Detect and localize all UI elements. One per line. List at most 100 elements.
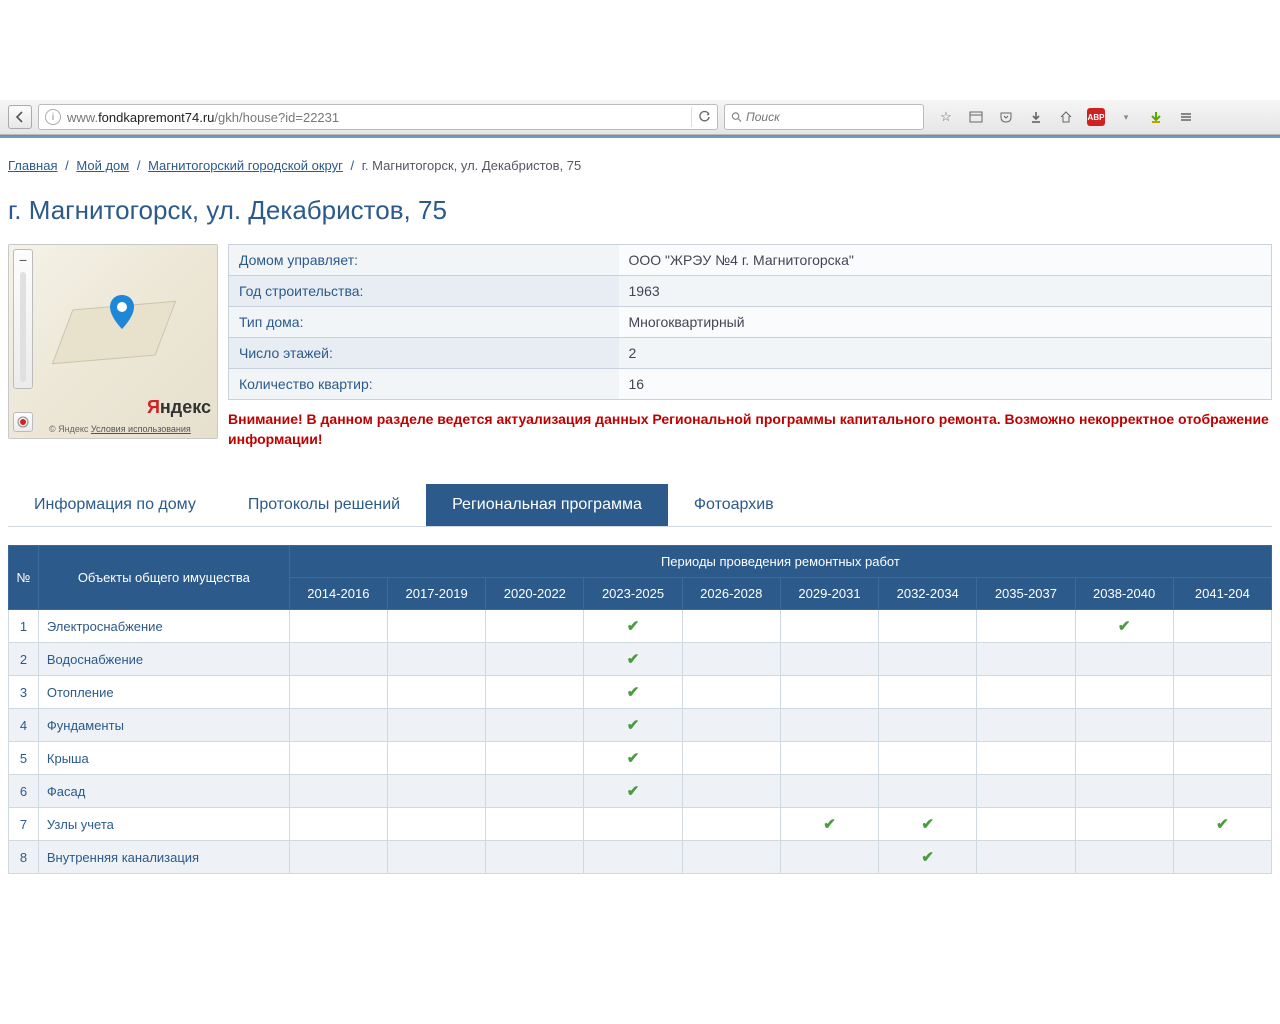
cell-period [388,775,486,808]
col-num: № [9,546,39,610]
map-widget[interactable]: − Яндекс © Яндекс Условия использования [8,244,218,439]
map-pin-icon[interactable] [109,295,135,332]
download-icon[interactable] [1026,107,1046,127]
check-icon: ✔ [627,618,640,635]
cell-period [682,775,780,808]
map-locate-icon[interactable] [13,412,33,432]
cell-period [1075,709,1173,742]
cell-period: ✔ [780,808,878,841]
home-icon[interactable] [1056,107,1076,127]
breadcrumb-home[interactable]: Главная [8,158,57,173]
cell-period [977,709,1075,742]
table-row: 1Электроснабжение✔✔ [9,610,1272,643]
star-icon[interactable]: ☆ [936,107,956,127]
cell-period [977,742,1075,775]
cell-object: Водоснабжение [38,643,289,676]
col-period: 2020-2022 [486,578,584,610]
cell-period [388,610,486,643]
check-icon: ✔ [627,717,640,734]
table-row: 3Отопление ✔ [9,676,1272,709]
cell-object: Крыша [38,742,289,775]
search-bar[interactable] [724,104,924,130]
cell-period [486,709,584,742]
tab-info[interactable]: Информация по дому [8,484,222,526]
dropdown-icon[interactable]: ▾ [1116,107,1136,127]
info-label: Год строительства: [229,276,619,307]
cell-period [289,841,387,874]
tab-photos[interactable]: Фотоархив [668,484,800,526]
col-period: 2023-2025 [584,578,682,610]
cell-period [682,742,780,775]
cell-num: 2 [9,643,39,676]
cell-period [879,775,977,808]
yandex-logo: Яндекс [147,397,211,418]
pocket-icon[interactable] [996,107,1016,127]
info-row: Число этажей:2 [229,338,1272,369]
col-period: 2035-2037 [977,578,1075,610]
search-input[interactable] [746,110,917,124]
cell-num: 3 [9,676,39,709]
abp-icon[interactable]: ABP [1086,107,1106,127]
browser-toolbar: i www.fondkapremont74.ru/gkh/house?id=22… [0,100,1280,135]
cell-period [879,610,977,643]
cell-period [682,709,780,742]
cell-period [1173,742,1271,775]
tab-program[interactable]: Региональная программа [426,484,668,526]
cell-period: ✔ [1173,808,1271,841]
cell-period [1075,841,1173,874]
col-object: Объекты общего имущества [38,546,289,610]
info-row: Год строительства:1963 [229,276,1272,307]
page-title: г. Магнитогорск, ул. Декабристов, 75 [8,195,1272,226]
breadcrumb-district[interactable]: Магнитогорский городской округ [148,158,343,173]
breadcrumb-current: г. Магнитогорск, ул. Декабристов, 75 [362,158,581,173]
info-row: Тип дома:Многоквартирный [229,307,1272,338]
table-row: 8Внутренняя канализация✔ [9,841,1272,874]
cell-period [780,610,878,643]
toolbar-icons: ☆ ABP ▾ [936,107,1196,127]
address-bar[interactable]: i www.fondkapremont74.ru/gkh/house?id=22… [38,104,718,130]
menu-icon[interactable] [1176,107,1196,127]
cell-period [682,841,780,874]
cell-period [780,775,878,808]
cell-period: ✔ [584,709,682,742]
cell-period [486,808,584,841]
library-icon[interactable] [966,107,986,127]
map-zoom-control[interactable]: − [13,249,33,389]
download-green-icon[interactable] [1146,107,1166,127]
cell-period: ✔ [879,808,977,841]
reload-button[interactable] [691,107,711,127]
cell-period [289,610,387,643]
cell-period [1075,643,1173,676]
cell-object: Внутренняя канализация [38,841,289,874]
cell-period [388,742,486,775]
check-icon: ✔ [627,783,640,800]
back-button[interactable] [8,105,32,129]
cell-period [486,676,584,709]
site-info-icon[interactable]: i [45,109,61,125]
table-row: 6Фасад✔ [9,775,1272,808]
cell-period [388,808,486,841]
cell-period [486,841,584,874]
cell-period [879,742,977,775]
zoom-minus-icon[interactable]: − [14,252,32,268]
cell-period: ✔ [584,610,682,643]
info-value: Многоквартирный [619,307,1272,338]
table-row: 7Узлы учета✔✔✔ [9,808,1272,841]
tab-protocols[interactable]: Протоколы решений [222,484,426,526]
cell-object: Электроснабжение [38,610,289,643]
check-icon: ✔ [627,651,640,668]
cell-object: Отопление [38,676,289,709]
cell-period [1173,775,1271,808]
cell-num: 4 [9,709,39,742]
breadcrumb: Главная / Мой дом / Магнитогорский город… [8,158,1272,173]
cell-period: ✔ [584,643,682,676]
col-periods-group: Периоды проведения ремонтных работ [289,546,1271,578]
cell-period: ✔ [584,742,682,775]
breadcrumb-my-house[interactable]: Мой дом [76,158,129,173]
cell-period [682,643,780,676]
map-terms-link[interactable]: Условия использования [91,424,191,434]
cell-period [682,676,780,709]
cell-num: 7 [9,808,39,841]
cell-period [977,775,1075,808]
cell-period: ✔ [584,676,682,709]
